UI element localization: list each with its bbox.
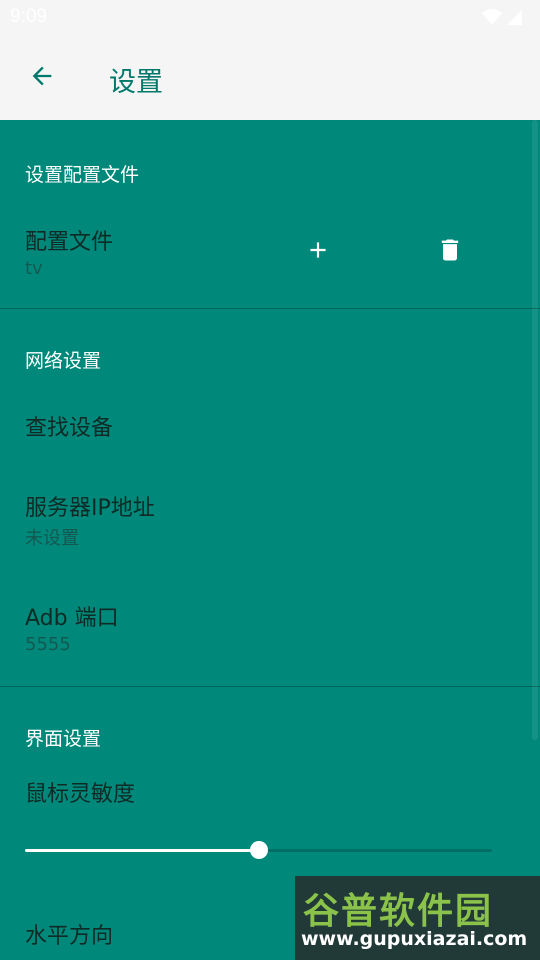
pref-server-ip[interactable]: 服务器IP地址 未设置 xyxy=(0,476,530,566)
signal-icon xyxy=(506,8,522,30)
pref-mouse-sensitivity-title: 鼠标灵敏度 xyxy=(25,782,136,807)
watermark-url: www.gupuxiazai.com xyxy=(301,928,528,950)
pref-find-device[interactable]: 查找设备 xyxy=(0,392,530,462)
scrollbar[interactable] xyxy=(532,120,538,740)
status-time: 9:09 xyxy=(10,6,47,27)
trash-icon xyxy=(436,235,464,269)
mouse-sensitivity-slider[interactable] xyxy=(25,840,492,860)
pref-profile-summary: tv xyxy=(25,258,43,279)
pref-profile[interactable]: 配置文件 tv xyxy=(0,212,280,292)
pref-horizontal-title: 水平方向 xyxy=(25,924,114,949)
add-profile-button[interactable] xyxy=(296,230,340,274)
page-title: 设置 xyxy=(109,67,163,98)
section-header-ui: 界面设置 xyxy=(25,728,102,750)
back-button[interactable] xyxy=(22,58,62,98)
wifi-icon xyxy=(482,8,502,30)
arrow-back-icon xyxy=(28,62,56,94)
status-bar: 9:09 xyxy=(0,0,540,36)
app-bar: 设置 xyxy=(0,36,540,120)
settings-list[interactable]: 设置配置文件 配置文件 tv 网络设置 查找设备 服务器IP地址 未设置 Adb… xyxy=(0,120,540,960)
pref-adb-port-summary: 5555 xyxy=(25,634,71,655)
pref-profile-title: 配置文件 xyxy=(25,230,114,255)
section-header-profile: 设置配置文件 xyxy=(25,164,140,186)
slider-thumb[interactable] xyxy=(249,841,268,859)
watermark: 谷普软件园 www.gupuxiazai.com xyxy=(295,876,540,960)
divider xyxy=(0,686,540,687)
slider-fill xyxy=(25,849,259,852)
plus-icon xyxy=(305,237,331,267)
pref-adb-port-title: Adb 端口 xyxy=(25,606,119,631)
status-icons xyxy=(482,8,522,30)
divider xyxy=(0,308,540,309)
pref-horizontal[interactable]: 水平方向 xyxy=(0,900,290,960)
watermark-logo: 谷普软件园 xyxy=(303,891,494,932)
pref-adb-port[interactable]: Adb 端口 5555 xyxy=(0,586,530,676)
delete-profile-button[interactable] xyxy=(428,230,472,274)
pref-server-ip-summary: 未设置 xyxy=(25,528,79,549)
section-header-network: 网络设置 xyxy=(25,350,102,372)
pref-server-ip-title: 服务器IP地址 xyxy=(25,496,155,521)
pref-find-device-title: 查找设备 xyxy=(25,416,114,441)
